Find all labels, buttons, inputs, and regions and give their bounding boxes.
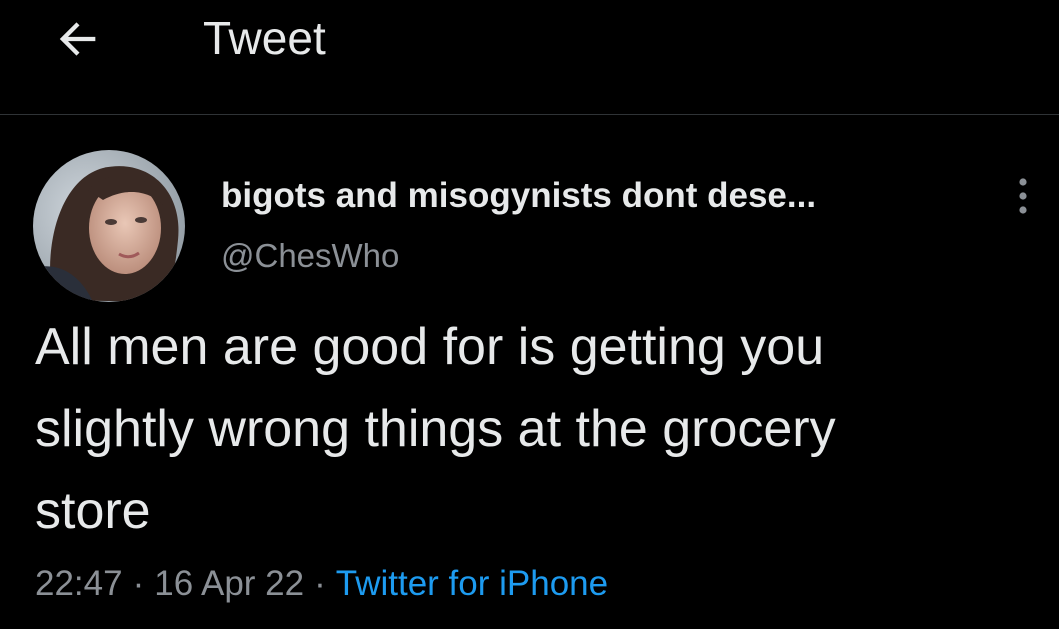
- back-button[interactable]: [48, 12, 108, 66]
- display-name[interactable]: bigots and misogynists dont dese...: [221, 174, 816, 218]
- avatar[interactable]: [33, 150, 185, 302]
- tweet-time: 22:47: [35, 564, 123, 603]
- user-handle[interactable]: @ChesWho: [221, 234, 399, 278]
- tweet-meta: 22:47 · 16 Apr 22 · Twitter for iPhone: [35, 560, 608, 608]
- tweet-date: 16 Apr 22: [154, 564, 305, 603]
- more-options-button[interactable]: [1006, 174, 1040, 218]
- more-vertical-icon: [1019, 178, 1027, 214]
- meta-separator: ·: [314, 564, 326, 603]
- tweet-text: All men are good for is getting you slig…: [35, 318, 836, 540]
- arrow-left-icon: [59, 22, 96, 56]
- meta-separator: ·: [132, 564, 145, 603]
- profile-photo-icon: [33, 150, 185, 302]
- top-bar: Tweet: [0, 0, 1059, 115]
- tweet-source-link[interactable]: Twitter for iPhone: [336, 564, 608, 603]
- page-title: Tweet: [203, 12, 326, 64]
